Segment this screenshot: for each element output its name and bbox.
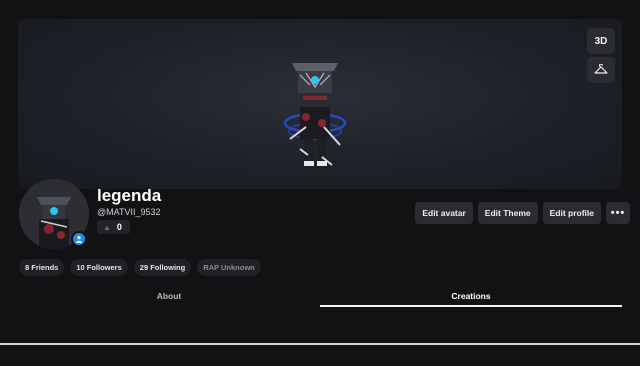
wardrobe-button[interactable] <box>587 57 615 83</box>
rap-value: RAP Unknown <box>197 259 261 276</box>
avatar-banner: 3D <box>18 19 622 189</box>
view-3d-button[interactable]: 3D <box>587 28 615 54</box>
score-value: 0 <box>116 222 122 232</box>
profile-tabs: About Creations <box>18 285 622 307</box>
divider <box>0 343 640 345</box>
following-count[interactable]: 29 Following <box>133 259 192 276</box>
thumbs-up-icon: ▲ <box>103 222 111 232</box>
friends-count[interactable]: 8 Friends <box>19 259 65 276</box>
edit-theme-button[interactable]: Edit Theme <box>477 202 538 224</box>
tab-about[interactable]: About <box>18 285 320 307</box>
edit-avatar-button[interactable]: Edit avatar <box>415 202 473 224</box>
tab-creations[interactable]: Creations <box>320 285 622 307</box>
more-options-button[interactable]: ••• <box>606 202 630 224</box>
profile-stats: 8 Friends 10 Followers 29 Following RAP … <box>19 259 261 276</box>
score-badge: ▲ 0 <box>97 220 130 234</box>
profile-actions: Edit avatar Edit Theme Edit profile ••• <box>415 202 630 224</box>
username: @MATVII_9532 <box>97 207 161 217</box>
avatar-3d-render <box>283 63 347 166</box>
user-badge-icon <box>71 231 87 247</box>
display-name: legenda <box>97 186 162 205</box>
active-tab-indicator <box>320 305 622 307</box>
hanger-icon <box>594 64 608 74</box>
edit-profile-button[interactable]: Edit profile <box>542 202 601 224</box>
followers-count[interactable]: 10 Followers <box>70 259 128 276</box>
